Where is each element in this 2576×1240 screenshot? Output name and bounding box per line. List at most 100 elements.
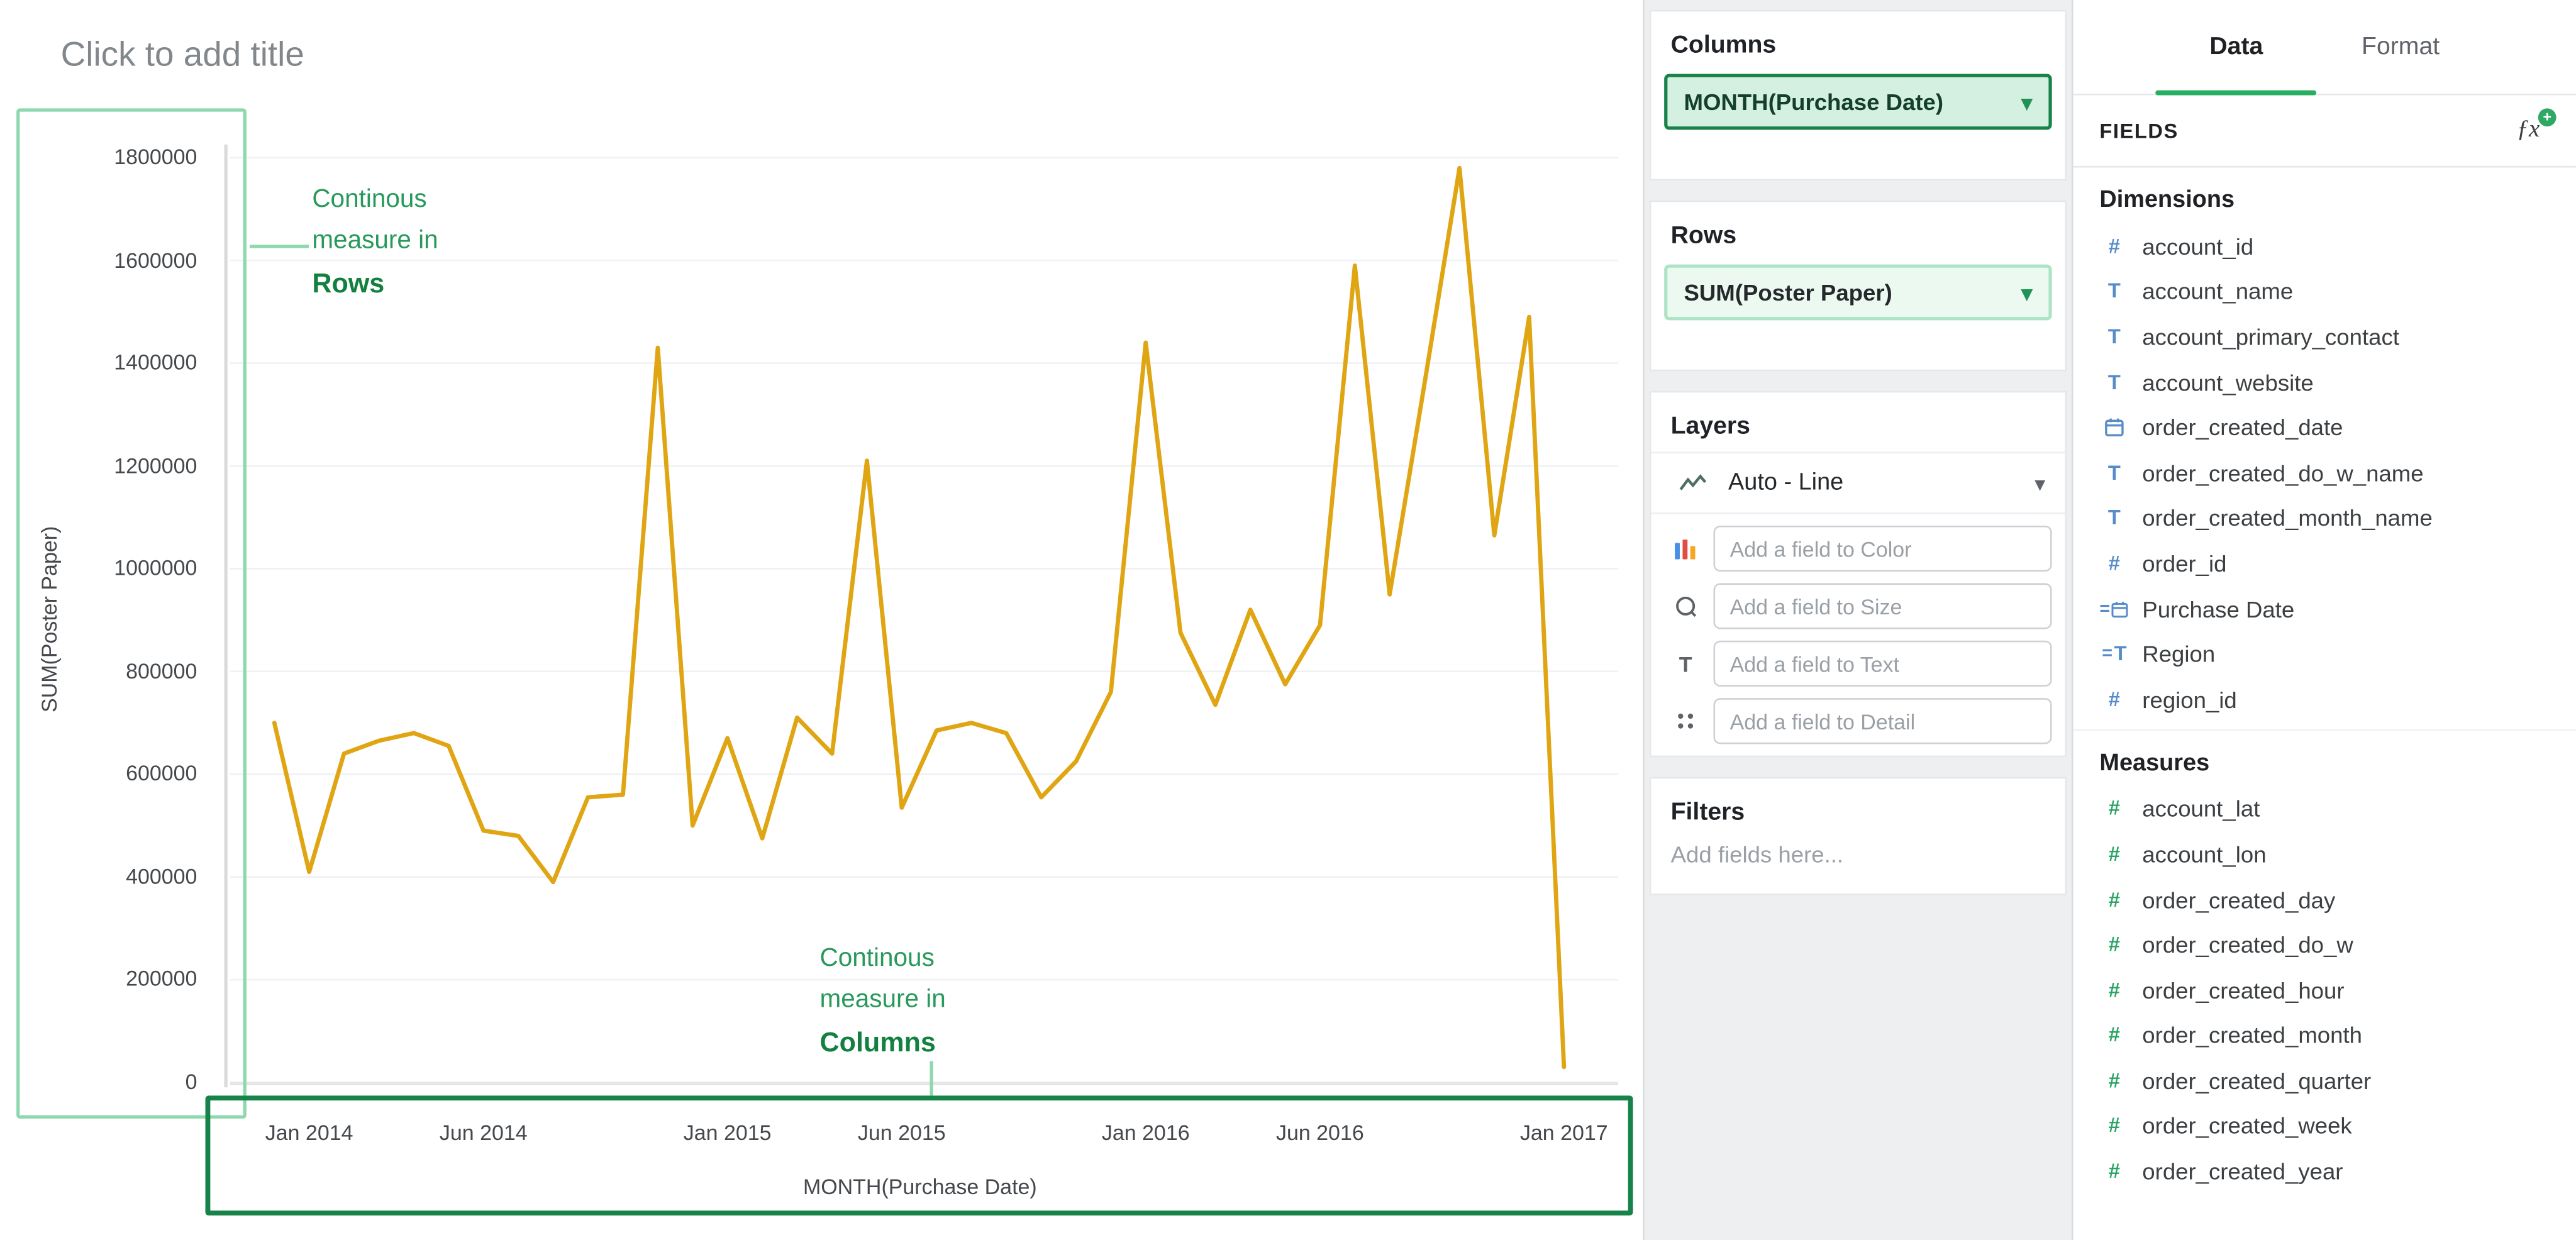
field-Purchase Date[interactable]: = Purchase Date (2074, 586, 2576, 631)
field-label: account_website (2142, 369, 2313, 396)
field-account_name[interactable]: Taccount_name (2074, 268, 2576, 314)
pill-label: SUM(Poster Paper) (1684, 279, 1892, 306)
field-label: order_created_quarter (2142, 1068, 2371, 1094)
annotation-emphasis: Rows (312, 265, 438, 306)
field-label: order_created_year (2142, 1158, 2343, 1185)
field-region_id[interactable]: # region_id (2074, 677, 2576, 722)
tab-format[interactable]: Format (2345, 0, 2456, 94)
field-order_created_quarter[interactable]: # order_created_quarter (2074, 1058, 2576, 1104)
field-Region[interactable]: =T Region (2074, 631, 2576, 677)
tab-data[interactable]: Data (2193, 0, 2279, 94)
field-label: Purchase Date (2142, 595, 2294, 622)
filters-title: Filters (1651, 778, 2065, 838)
number-icon: # (2099, 688, 2129, 711)
annotation-line: Continous (312, 179, 438, 220)
chart-canvas[interactable]: Click to add title SUM(Poster Paper) 020… (0, 0, 1643, 1240)
text-dropzone[interactable]: Add a field to Text (1714, 641, 2052, 687)
chevron-down-icon[interactable]: ▾ (2021, 91, 2032, 113)
field-account_primary_contact[interactable]: Taccount_primary_contact (2074, 314, 2576, 359)
columns-annotation: Continous measure in Columns (819, 938, 945, 1065)
panel-tabs: Data Format (2074, 0, 2576, 96)
field-label: region_id (2142, 686, 2236, 712)
number-icon: # (2099, 1114, 2129, 1138)
calendar-icon (2099, 418, 2129, 437)
tab-label: Data (2209, 33, 2263, 60)
number-icon: # (2099, 1160, 2129, 1183)
size-dropzone[interactable]: Add a field to Size (1714, 583, 2052, 629)
field-account_id[interactable]: #account_id (2074, 223, 2576, 268)
number-icon: # (2099, 235, 2129, 258)
dropzone-placeholder: Add a field to Size (1730, 594, 1902, 618)
field-account_lon[interactable]: #account_lon (2074, 831, 2576, 877)
data-panel: Data Format FIELDS ƒx+ Dimensions #accou… (2074, 0, 2576, 1240)
columns-pill[interactable]: MONTH(Purchase Date) ▾ (1664, 74, 2051, 130)
field-label: order_created_day (2142, 886, 2335, 912)
field-account_website[interactable]: Taccount_website (2074, 360, 2576, 405)
fx-glyph: ƒx (2516, 116, 2540, 143)
columns-dropzone[interactable] (1651, 130, 2065, 179)
number-icon: # (2099, 888, 2129, 911)
number-icon: # (2099, 1024, 2129, 1047)
series-line[interactable] (274, 168, 1564, 1067)
annotation-line: measure in (819, 979, 945, 1020)
field-account_lat[interactable]: #account_lat (2074, 786, 2576, 831)
chevron-down-icon[interactable]: ▾ (2021, 282, 2032, 303)
layer-slots: Add a field to Color Add a field to Size T… (1651, 526, 2065, 744)
color-dropzone[interactable]: Add a field to Color (1714, 526, 2052, 572)
size-icon (1674, 595, 1697, 618)
dropzone-placeholder: Add a field to Text (1730, 651, 1899, 676)
field-order_created_week[interactable]: #order_created_week (2074, 1104, 2576, 1149)
pill-label: MONTH(Purchase Date) (1684, 89, 1944, 115)
measures-list: #account_lat#account_lon#order_created_d… (2074, 786, 2576, 1194)
annotation-line: measure in (312, 220, 438, 261)
number-icon: # (2099, 552, 2129, 575)
field-label: account_name (2142, 278, 2293, 304)
field-order_created_month[interactable]: # order_created_month (2074, 1012, 2576, 1058)
filters-card: Filters Add fields here... (1650, 777, 2067, 895)
layer-slot-text: TAdd a field to Text (1664, 641, 2051, 687)
field-label: order_created_do_w (2142, 931, 2353, 958)
columns-annotation-box (206, 1095, 1633, 1215)
number-icon: # (2099, 933, 2129, 956)
text-icon: T (2099, 325, 2129, 348)
layer-slot-detail: Add a field to Detail (1664, 698, 2051, 744)
field-order_created_year[interactable]: # order_created_year (2074, 1149, 2576, 1194)
columns-annotation-connector (930, 1061, 933, 1095)
field-label: order_created_month (2142, 1022, 2362, 1049)
field-order_created_do_w_name[interactable]: Torder_created_do_w_name (2074, 450, 2576, 495)
field-order_id[interactable]: #order_id (2074, 541, 2576, 586)
detail-dropzone[interactable]: Add a field to Detail (1714, 698, 2052, 744)
field-order_created_hour[interactable]: #order_created_hour (2074, 967, 2576, 1012)
field-label: account_lon (2142, 841, 2266, 867)
line-chart-icon (1671, 472, 1714, 494)
text-icon: T (2099, 370, 2129, 394)
field-label: account_lat (2142, 795, 2260, 822)
number-icon: # (2099, 978, 2129, 1002)
mark-type-label: Auto - Line (1728, 470, 2020, 496)
rows-shelf-title: Rows (1651, 202, 2065, 261)
dimensions-header: Dimensions (2074, 167, 2576, 223)
rows-dropzone[interactable] (1651, 320, 2065, 369)
field-order_created_date[interactable]: order_created_date (2074, 405, 2576, 450)
annotation-line: Continous (819, 938, 945, 979)
annotation-emphasis: Columns (819, 1023, 945, 1064)
calculated-text-icon: =T (2099, 643, 2129, 666)
calculated-calendar-icon: = (2099, 599, 2129, 618)
rows-annotation: Continous measure in Rows (312, 179, 438, 306)
filters-dropzone[interactable]: Add fields here... (1651, 838, 2065, 894)
field-order_created_day[interactable]: # order_created_day (2074, 877, 2576, 922)
fields-header: FIELDS (2099, 119, 2179, 142)
chevron-down-icon[interactable]: ▾ (2035, 472, 2045, 494)
field-label: Region (2142, 641, 2215, 667)
field-label: order_created_do_w_name (2142, 460, 2423, 486)
add-calculated-field-icon[interactable]: ƒx+ (2516, 116, 2540, 144)
field-order_created_month_name[interactable]: Torder_created_month_name (2074, 495, 2576, 541)
layers-title: Layers (1651, 392, 2065, 451)
rows-pill[interactable]: SUM(Poster Paper) ▾ (1664, 265, 2051, 321)
active-tab-underline (2156, 91, 2317, 96)
number-icon: # (2099, 1069, 2129, 1092)
mark-type-dropdown[interactable]: Auto - Line ▾ (1651, 451, 2065, 514)
field-order_created_do_w[interactable]: # order_created_do_w (2074, 922, 2576, 967)
layer-slot-color: Add a field to Color (1664, 526, 2051, 572)
layers-card: Layers Auto - Line ▾ Add a field to Colo… (1650, 391, 2067, 758)
